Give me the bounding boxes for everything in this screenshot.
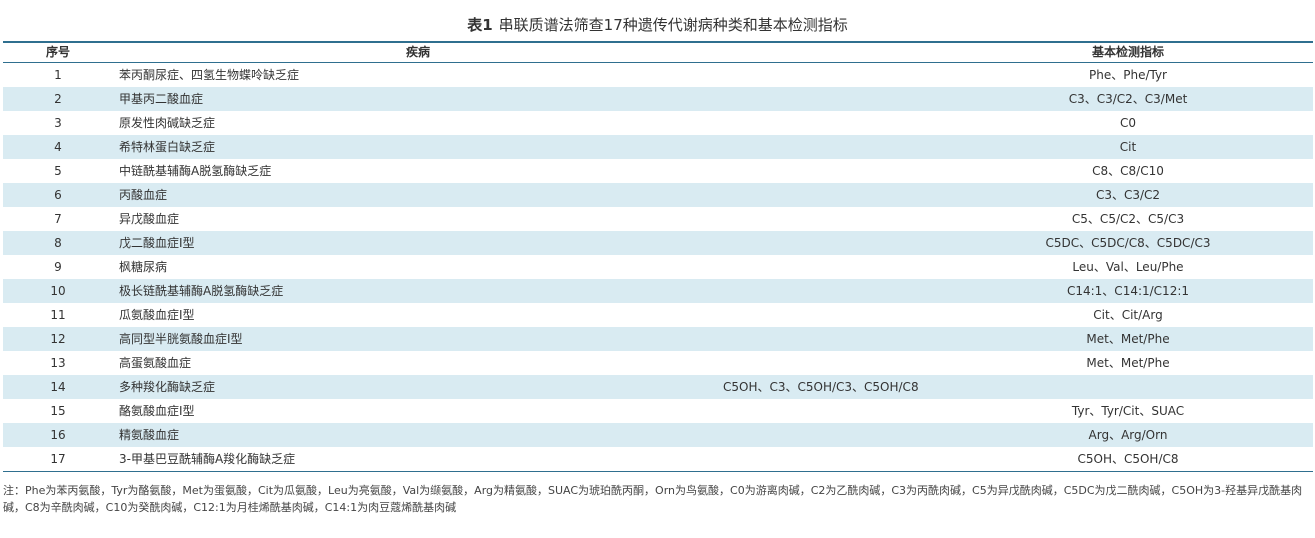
cell-number: 1 [54,68,62,82]
cell-indicator: Met、Met/Phe [1086,332,1170,346]
cell-number: 16 [50,428,66,442]
cell-disease: 3-甲基巴豆酰辅酶A羧化酶缺乏症 [119,452,296,466]
cell-indicator: C0 [1119,116,1136,130]
cell-disease: 异戊酸血症 [119,212,180,226]
cell-disease: 酪氨酸血症Ⅰ型 [119,404,195,418]
cell-number: 7 [54,212,62,226]
cell-number: 17 [50,452,66,466]
table-row: 8 戊二酸血症Ⅰ型 C5DC、C5DC/C8、C5DC/C3 [3,231,1313,255]
cell-number: 14 [50,380,66,394]
cell-disease: 极长链酰基辅酶A脱氢酶缺乏症 [119,284,284,298]
cell-disease: 中链酰基辅酶A脱氢酶缺乏症 [119,164,272,178]
cell-indicator: Cit [1119,140,1137,154]
cell-disease: 苯丙酮尿症、四氢生物蝶呤缺乏症 [119,68,300,82]
screening-table: 序号 疾病 基本检测指标 1 苯丙酮尿症、四氢生物蝶呤缺乏症 Phe、Phe/Tyr… [3,41,1313,472]
table-row: 10 极长链酰基辅酶A脱氢酶缺乏症 C14:1、C14:1/C12:1 [3,279,1313,303]
cell-indicator: Phe、Phe/Tyr [1089,68,1167,82]
table-row: 15 酪氨酸血症Ⅰ型 Tyr、Tyr/Cit、SUAC [3,399,1313,423]
table-row: 1 苯丙酮尿症、四氢生物蝶呤缺乏症 Phe、Phe/Tyr [3,63,1313,87]
table-body: 1 苯丙酮尿症、四氢生物蝶呤缺乏症 Phe、Phe/Tyr 2 甲基丙二酸血症 C3、C3… [3,63,1313,472]
header-number: 序号 [45,45,70,59]
cell-indicator: Tyr、Tyr/Cit、SUAC [1071,404,1185,418]
table-row: 3 原发性肉碱缺乏症 C0 [3,111,1313,135]
cell-number: 12 [50,332,66,346]
header-disease: 疾病 [405,45,430,59]
cell-number: 5 [54,164,62,178]
cell-number: 2 [54,92,62,106]
cell-indicator: C3、C3/C2 [1095,188,1161,202]
table-caption-title: 串联质谱法筛查17种遗传代谢病种类和基本检测指标 [498,16,848,34]
cell-number: 4 [54,140,62,154]
table-caption-label: 表1 [467,16,493,34]
cell-number: 9 [54,260,62,274]
table-row: 14 多种羧化酶缺乏症 C5OH、C3、C5OH/C3、C5OH/C8 [3,375,1313,399]
cell-disease: 戊二酸血症Ⅰ型 [119,236,195,250]
cell-number: 8 [54,236,62,250]
cell-indicator: C5DC、C5DC/C8、C5DC/C3 [1045,236,1211,250]
header-indicator: 基本检测指标 [1091,45,1164,59]
table-footnote: 注：Phe为苯丙氨酸，Tyr为酪氨酸，Met为蛋氨酸，Cit为瓜氨酸，Leu为亮… [3,484,1303,514]
cell-disease: 甲基丙二酸血症 [119,92,204,106]
table-row: 17 3-甲基巴豆酰辅酶A羧化酶缺乏症 C5OH、C5OH/C8 [3,447,1313,472]
cell-indicator: C5、C5/C2、C5/C3 [1071,212,1185,226]
cell-disease: 多种羧化酶缺乏症 [119,380,216,394]
table-row: 13 高蛋氨酸血症 Met、Met/Phe [3,351,1313,375]
table-row: 16 精氨酸血症 Arg、Arg/Orn [3,423,1313,447]
cell-number: 11 [50,308,66,322]
table-header-row: 序号 疾病 基本检测指标 [3,43,1313,63]
cell-indicator: C3、C3/C2、C3/Met [1068,92,1188,106]
table-row: 11 瓜氨酸血症Ⅰ型 Cit、Cit/Arg [3,303,1313,327]
cell-disease: 高蛋氨酸血症 [119,356,192,370]
cell-number: 6 [54,188,62,202]
cell-indicator: C5OH、C5OH/C8 [1077,452,1179,466]
cell-indicator: C5OH、C3、C5OH/C3、C5OH/C8 [723,380,919,394]
cell-disease: 丙酸血症 [119,188,168,202]
cell-indicator: Arg、Arg/Orn [1088,428,1168,442]
cell-number: 13 [50,356,66,370]
cell-disease: 枫糖尿病 [119,260,168,274]
cell-indicator: C14:1、C14:1/C12:1 [1066,284,1190,298]
cell-disease: 希特林蛋白缺乏症 [119,140,216,154]
cell-indicator: Met、Met/Phe [1086,356,1170,370]
table-row: 6 丙酸血症 C3、C3/C2 [3,183,1313,207]
cell-indicator: Leu、Val、Leu/Phe [1072,260,1184,274]
cell-number: 10 [50,284,66,298]
cell-disease: 原发性肉碱缺乏症 [119,116,216,130]
table-row: 2 甲基丙二酸血症 C3、C3/C2、C3/Met [3,87,1313,111]
cell-number: 3 [54,116,62,130]
cell-indicator: Cit、Cit/Arg [1093,308,1163,322]
cell-disease: 高同型半胱氨酸血症Ⅰ型 [119,332,243,346]
cell-indicator: C8、C8/C10 [1092,164,1164,178]
table-row: 4 希特林蛋白缺乏症 Cit [3,135,1313,159]
cell-disease: 瓜氨酸血症Ⅰ型 [119,308,195,322]
table-row: 5 中链酰基辅酶A脱氢酶缺乏症 C8、C8/C10 [3,159,1313,183]
table-row: 9 枫糖尿病 Leu、Val、Leu/Phe [3,255,1313,279]
table-caption: 表1 串联质谱法筛查17种遗传代谢病种类和基本检测指标 [0,14,1315,35]
table-row: 12 高同型半胱氨酸血症Ⅰ型 Met、Met/Phe [3,327,1313,351]
cell-disease: 精氨酸血症 [119,428,180,442]
table-row: 7 异戊酸血症 C5、C5/C2、C5/C3 [3,207,1313,231]
cell-number: 15 [50,404,66,418]
